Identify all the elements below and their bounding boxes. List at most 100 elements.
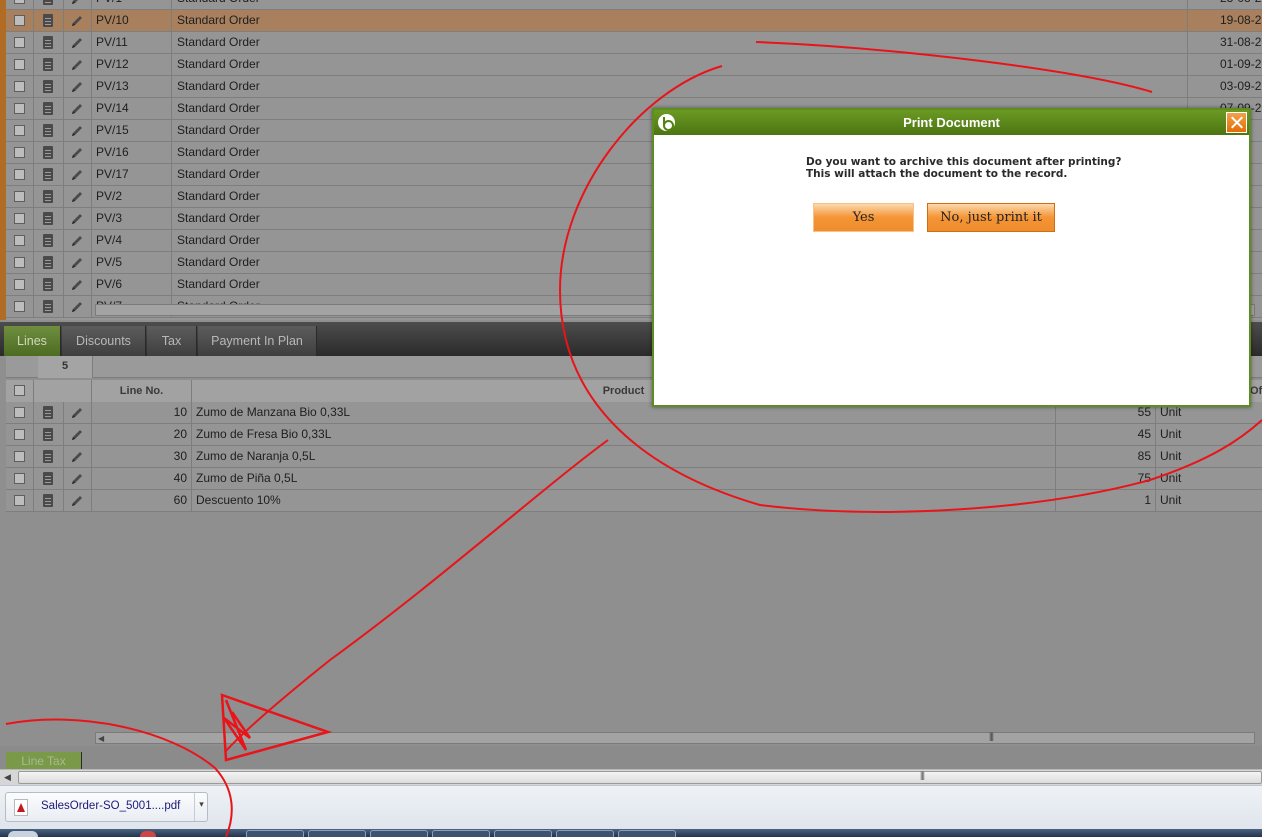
document-icon[interactable] — [43, 494, 53, 507]
row-select-cell[interactable] — [6, 32, 34, 54]
line-quantity[interactable]: 45 — [1056, 424, 1156, 446]
row-edit-cell[interactable] — [64, 252, 92, 274]
row-edit-cell[interactable] — [64, 468, 92, 490]
download-item[interactable]: SalesOrder-SO_5001....pdf ▾ — [5, 792, 208, 822]
order-row[interactable]: PV/10 Standard Order 19-08-2 — [6, 10, 1262, 32]
row-checkbox[interactable] — [14, 37, 25, 48]
row-select-cell[interactable] — [6, 208, 34, 230]
line-number[interactable]: 10 — [92, 402, 192, 424]
line-product[interactable]: Zumo de Naranja 0,5L — [192, 446, 1056, 468]
row-form-cell[interactable] — [34, 164, 64, 186]
line-quantity[interactable]: 75 — [1056, 468, 1156, 490]
row-edit-cell[interactable] — [64, 274, 92, 296]
row-form-cell[interactable] — [34, 274, 64, 296]
document-icon[interactable] — [43, 190, 53, 203]
edit-pencil-icon[interactable] — [70, 0, 84, 6]
edit-pencil-icon[interactable] — [70, 212, 84, 226]
row-checkbox[interactable] — [14, 429, 25, 440]
order-document-type[interactable]: Standard Order — [172, 10, 1188, 32]
line-product[interactable]: Zumo de Piña 0,5L — [192, 468, 1056, 490]
edit-pencil-icon[interactable] — [70, 124, 84, 138]
select-all-cell[interactable] — [6, 380, 34, 403]
order-document-no[interactable]: PV/6 — [92, 274, 172, 296]
order-document-type[interactable]: Standard Order — [172, 76, 1188, 98]
line-row[interactable]: 40 Zumo de Piña 0,5L 75 Unit — [6, 468, 1262, 490]
row-edit-cell[interactable] — [64, 186, 92, 208]
row-form-cell[interactable] — [34, 120, 64, 142]
order-row[interactable]: PV/11 Standard Order 31-08-2 — [6, 32, 1262, 54]
row-edit-cell[interactable] — [64, 208, 92, 230]
row-checkbox[interactable] — [14, 301, 25, 312]
document-icon[interactable] — [43, 212, 53, 225]
line-uom[interactable]: Unit — [1156, 424, 1262, 446]
order-row[interactable]: PV/1Standard Order23-08-2 — [6, 0, 1262, 10]
row-checkbox[interactable] — [14, 257, 25, 268]
row-edit-cell[interactable] — [64, 490, 92, 512]
order-document-no[interactable]: PV/16 — [92, 142, 172, 164]
document-icon[interactable] — [43, 168, 53, 181]
edit-pencil-icon[interactable] — [70, 146, 84, 160]
taskbar-button[interactable] — [246, 830, 304, 837]
line-product[interactable]: Descuento 10% — [192, 490, 1056, 512]
row-select-cell[interactable] — [6, 142, 34, 164]
chevron-down-icon[interactable]: ▾ — [194, 793, 208, 821]
row-select-cell[interactable] — [6, 164, 34, 186]
download-filename[interactable]: SalesOrder-SO_5001....pdf — [41, 800, 180, 812]
browser-icon[interactable] — [140, 831, 156, 837]
row-select-cell[interactable] — [6, 230, 34, 252]
document-icon[interactable] — [43, 58, 53, 71]
order-document-no[interactable]: PV/10 — [92, 10, 172, 32]
row-select-cell[interactable] — [6, 54, 34, 76]
document-icon[interactable] — [43, 472, 53, 485]
edit-pencil-icon[interactable] — [70, 278, 84, 292]
row-edit-cell[interactable] — [64, 142, 92, 164]
row-checkbox[interactable] — [14, 0, 25, 4]
lines-horizontal-scrollbar[interactable]: ◀ ||| — [95, 731, 1255, 744]
no-just-print-button[interactable]: No, just print it — [927, 203, 1055, 232]
row-select-cell[interactable] — [6, 120, 34, 142]
row-form-cell[interactable] — [34, 490, 64, 512]
row-checkbox[interactable] — [14, 103, 25, 114]
document-icon[interactable] — [43, 36, 53, 49]
order-document-type[interactable]: Standard Order — [172, 32, 1188, 54]
row-select-cell[interactable] — [6, 10, 34, 32]
row-edit-cell[interactable] — [64, 76, 92, 98]
document-icon[interactable] — [43, 80, 53, 93]
tab-lines[interactable]: Lines — [4, 326, 61, 356]
document-icon[interactable] — [43, 278, 53, 291]
row-checkbox[interactable] — [14, 15, 25, 26]
row-edit-cell[interactable] — [64, 296, 92, 318]
edit-pencil-icon[interactable] — [70, 58, 84, 72]
row-edit-cell[interactable] — [64, 54, 92, 76]
line-row[interactable]: 20 Zumo de Fresa Bio 0,33L 45 Unit — [6, 424, 1262, 446]
scroll-grip-icon[interactable]: ||| — [989, 731, 994, 741]
edit-pencil-icon[interactable] — [70, 256, 84, 270]
order-row[interactable]: PV/13 Standard Order 03-09-2 — [6, 76, 1262, 98]
tab-payment-in-plan[interactable]: Payment In Plan — [198, 326, 317, 356]
line-quantity[interactable]: 85 — [1056, 446, 1156, 468]
row-select-cell[interactable] — [6, 186, 34, 208]
row-edit-cell[interactable] — [64, 164, 92, 186]
start-orb-icon[interactable] — [8, 831, 38, 837]
row-edit-cell[interactable] — [64, 98, 92, 120]
scroll-left-icon[interactable]: ◀ — [98, 734, 104, 743]
line-number[interactable]: 30 — [92, 446, 192, 468]
row-select-cell[interactable] — [6, 296, 34, 318]
row-form-cell[interactable] — [34, 32, 64, 54]
row-form-cell[interactable] — [34, 208, 64, 230]
row-select-cell[interactable] — [6, 76, 34, 98]
row-form-cell[interactable] — [34, 296, 64, 318]
line-quantity[interactable]: 1 — [1056, 490, 1156, 512]
line-number[interactable]: 60 — [92, 490, 192, 512]
order-date[interactable]: 23-08-2 — [1188, 0, 1262, 10]
row-form-cell[interactable] — [34, 446, 64, 468]
line-uom[interactable]: Unit — [1156, 468, 1262, 490]
document-icon[interactable] — [43, 146, 53, 159]
taskbar-button[interactable] — [308, 830, 366, 837]
row-select-cell[interactable] — [6, 274, 34, 296]
order-document-no[interactable]: PV/13 — [92, 76, 172, 98]
edit-pencil-icon[interactable] — [70, 450, 84, 464]
line-row[interactable]: 30 Zumo de Naranja 0,5L 85 Unit — [6, 446, 1262, 468]
edit-pencil-icon[interactable] — [70, 300, 84, 314]
row-form-cell[interactable] — [34, 76, 64, 98]
